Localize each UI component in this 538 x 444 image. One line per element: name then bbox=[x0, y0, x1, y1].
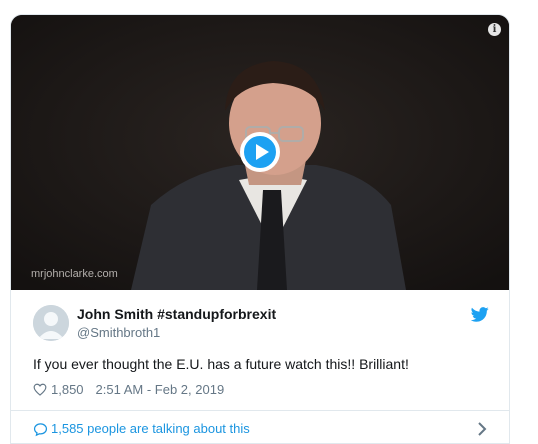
embedded-tweet-card: i mrjohnclarke.com John Smith #standupfo… bbox=[10, 14, 510, 444]
conversation-link[interactable]: 1,585 people are talking about this bbox=[11, 411, 509, 443]
speech-bubble-icon bbox=[33, 423, 48, 437]
like-button[interactable]: 1,850 bbox=[33, 382, 96, 397]
video-watermark: mrjohnclarke.com bbox=[31, 268, 118, 280]
avatar[interactable] bbox=[33, 305, 69, 341]
tweet-text: If you ever thought the E.U. has a futur… bbox=[33, 356, 409, 372]
people-talking-text[interactable]: 1,585 people are talking about this bbox=[51, 421, 250, 436]
video-player[interactable]: i mrjohnclarke.com bbox=[11, 15, 509, 290]
avatar-placeholder-icon bbox=[33, 305, 69, 341]
tweet-meta: 1,850 2:51 AM - Feb 2, 2019 bbox=[33, 382, 224, 397]
info-icon[interactable]: i bbox=[488, 23, 501, 36]
author-display-name[interactable]: John Smith #standupforbrexit bbox=[77, 306, 276, 322]
tweet-timestamp[interactable]: 2:51 AM - Feb 2, 2019 bbox=[96, 382, 225, 397]
author-handle[interactable]: @Smithbroth1 bbox=[77, 325, 160, 340]
like-count: 1,850 bbox=[51, 382, 84, 397]
twitter-bird-icon[interactable] bbox=[470, 307, 489, 327]
heart-icon bbox=[33, 383, 47, 396]
chevron-right-icon[interactable] bbox=[477, 422, 487, 436]
play-button[interactable] bbox=[240, 132, 280, 172]
play-icon bbox=[256, 144, 269, 160]
